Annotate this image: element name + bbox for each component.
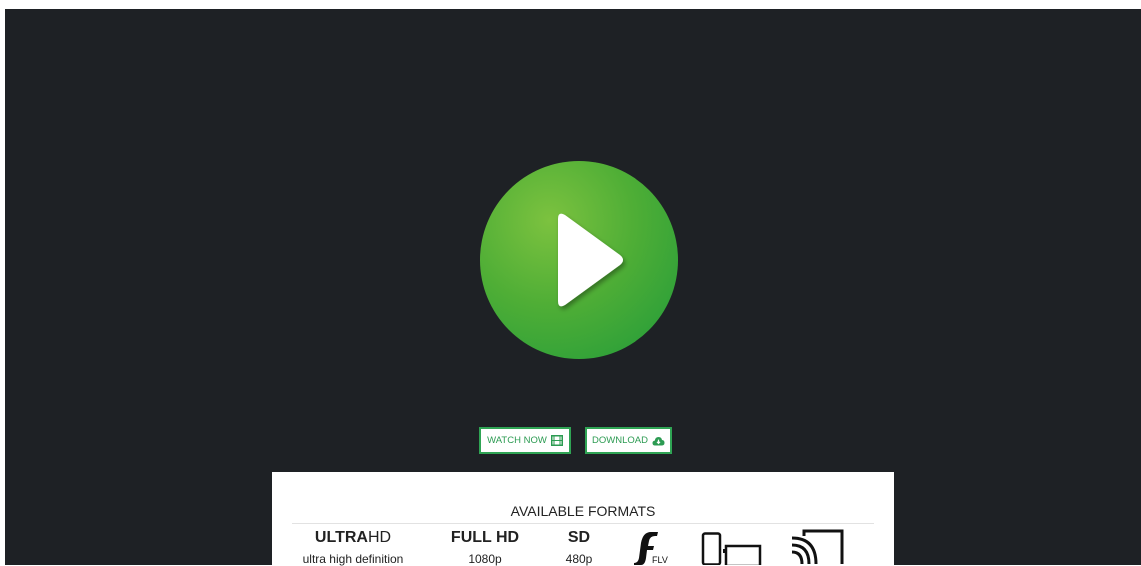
flash-flv-icon: FLV — [634, 532, 668, 565]
play-button[interactable] — [480, 161, 678, 359]
format-ultra-hd: ULTRAHD ultra high definition — [288, 529, 418, 566]
formats-divider — [292, 523, 874, 524]
full-hd-label: FULL HD — [450, 529, 520, 546]
flv-label: FLV — [652, 555, 668, 565]
page-frame: WATCH NOW DOWNLOAD AVAILABLE FORMATS ULT… — [0, 0, 1141, 566]
cloud-download-icon — [652, 436, 665, 445]
cast-icon — [791, 529, 844, 565]
sd-sub: 480p — [565, 552, 593, 566]
download-button[interactable]: DOWNLOAD — [585, 427, 672, 454]
ultra-hd-strong: ULTRA — [314, 529, 368, 546]
film-icon — [550, 435, 563, 446]
watch-now-label: WATCH NOW — [487, 435, 547, 446]
ultra-hd-light: HD — [367, 529, 392, 546]
download-label: DOWNLOAD — [592, 435, 648, 446]
sd-label: SD — [567, 529, 591, 546]
watch-now-button[interactable]: WATCH NOW — [479, 427, 571, 454]
play-icon — [558, 213, 623, 307]
format-full-hd: FULL HD 1080p — [442, 529, 528, 566]
full-hd-sub: 1080p — [468, 552, 502, 566]
format-sd: SD 480p — [552, 529, 606, 566]
formats-title: AVAILABLE FORMATS — [510, 503, 656, 519]
ultra-hd-sub: ultra high definition — [302, 552, 404, 566]
available-formats-panel: AVAILABLE FORMATS ULTRAHD ultra high def… — [272, 472, 894, 566]
devices-icon — [701, 532, 762, 565]
